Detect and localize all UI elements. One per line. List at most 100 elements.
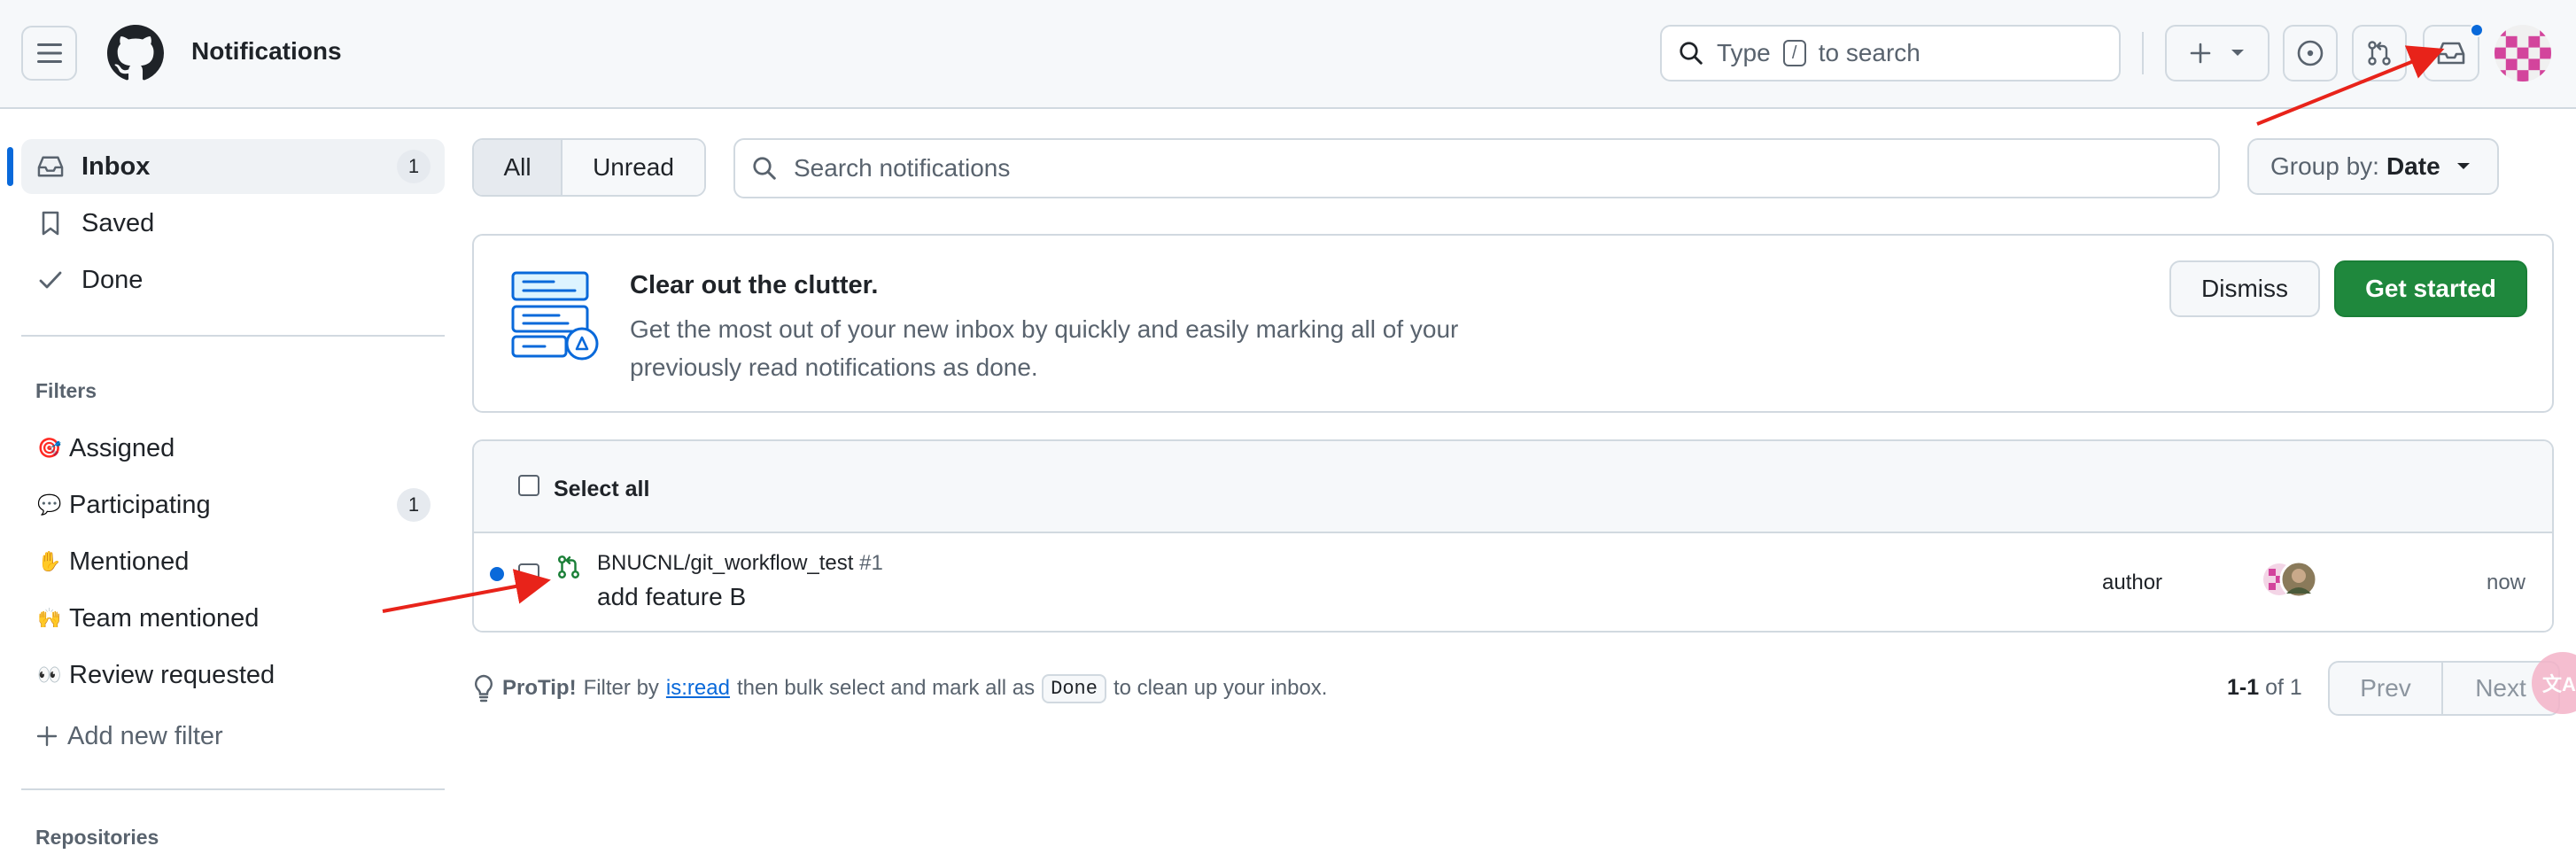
caret-down-icon xyxy=(2456,163,2470,169)
dart-emoji-icon: 🎯 xyxy=(37,437,62,459)
list-header: Select all xyxy=(474,441,2552,533)
issues-button[interactable] xyxy=(2283,25,2338,82)
light-bulb-icon xyxy=(475,674,493,703)
pagination-of: of xyxy=(2265,675,2284,700)
global-header: Notifications Type / to search xyxy=(0,0,2576,109)
active-item-indicator xyxy=(7,147,13,186)
read-state-toggle: All Unread xyxy=(472,138,706,197)
git-pull-request-icon xyxy=(2368,41,2391,66)
eyes-emoji-icon: 👀 xyxy=(37,664,62,686)
sidebar-item-done[interactable]: Done xyxy=(21,252,445,307)
row-checkbox[interactable] xyxy=(518,563,539,585)
banner-description: Get the most out of your new inbox by qu… xyxy=(630,315,1459,381)
participating-count-badge: 1 xyxy=(397,488,431,522)
pagination: Prev Next xyxy=(2328,661,2560,716)
pagination-range: 1-1 xyxy=(2227,675,2260,700)
check-icon xyxy=(35,265,66,295)
filter-mentioned[interactable]: ✋ Mentioned xyxy=(21,534,445,589)
issue-opened-icon xyxy=(2297,40,2324,66)
translate-icon: 文A xyxy=(2542,673,2576,695)
github-logo-icon[interactable] xyxy=(107,25,164,82)
filter-label: Participating xyxy=(69,490,211,519)
plus-icon xyxy=(35,721,58,751)
banner-title: Clear out the clutter. xyxy=(630,271,879,299)
notifications-search-input[interactable]: Search notifications xyxy=(733,138,2220,198)
filters-heading: Filters xyxy=(35,379,97,402)
pagination-total: 1 xyxy=(2289,675,2302,700)
user-avatar[interactable] xyxy=(2495,25,2551,82)
plus-icon xyxy=(2190,43,2211,64)
global-search-input[interactable]: Type / to search xyxy=(1660,25,2121,82)
notification-row[interactable]: BNUCNL/git_workflow_test #1 add feature … xyxy=(474,533,2552,631)
notification-reason: author xyxy=(2102,571,2163,594)
protip-text: then bulk select and mark all as xyxy=(736,676,1036,700)
pull-requests-button[interactable] xyxy=(2352,25,2407,82)
repo-name: BNUCNL/git_workflow_test xyxy=(597,551,854,575)
add-filter-label: Add new filter xyxy=(67,721,223,750)
pull-request-open-icon xyxy=(558,555,579,578)
inbox-icon xyxy=(35,151,66,182)
participant-avatars-icon xyxy=(2263,560,2318,599)
add-filter-button[interactable]: Add new filter xyxy=(21,709,445,764)
header-divider xyxy=(2142,32,2144,74)
select-all-checkbox[interactable] xyxy=(518,475,539,496)
tab-all[interactable]: All xyxy=(474,140,563,195)
search-icon xyxy=(753,157,776,180)
filter-label: Team mentioned xyxy=(69,603,260,633)
filter-label: Assigned xyxy=(69,433,175,462)
filter-review-requested[interactable]: 👀 Review requested xyxy=(21,648,445,703)
protip-text: Filter by xyxy=(583,676,659,700)
search-shortcut-key: / xyxy=(1782,40,1806,66)
raising-hands-emoji-icon: 🙌 xyxy=(37,607,62,629)
filter-label: Mentioned xyxy=(69,547,190,576)
notification-repo[interactable]: BNUCNL/git_workflow_test #1 xyxy=(597,551,883,576)
notification-title[interactable]: add feature B xyxy=(597,583,746,611)
search-prefix-text: Type xyxy=(1717,39,1771,66)
raised-hand-emoji-icon: ✋ xyxy=(37,550,62,572)
is-read-link[interactable]: is:read xyxy=(666,676,730,701)
protip-text: to clean up your inbox. xyxy=(1113,676,1328,700)
inbox-cleanup-illustration-icon xyxy=(511,271,599,361)
bookmark-icon xyxy=(35,208,66,238)
menu-button[interactable] xyxy=(21,26,77,81)
speech-bubble-emoji-icon: 💬 xyxy=(37,493,62,516)
sidebar-item-label: Saved xyxy=(81,208,155,237)
pr-number: #1 xyxy=(859,551,883,575)
sidebar-item-label: Inbox xyxy=(81,151,151,181)
sidebar-item-label: Done xyxy=(81,265,144,294)
filter-assigned[interactable]: 🎯 Assigned xyxy=(21,421,445,476)
notification-time: now xyxy=(2486,571,2526,594)
group-by-value: Date xyxy=(2386,152,2440,180)
sidebar-divider xyxy=(21,335,445,337)
repositories-heading: Repositories xyxy=(35,826,159,849)
inbox-count-badge: 1 xyxy=(397,150,431,183)
group-by-label: Group by: xyxy=(2270,152,2379,180)
group-by-dropdown[interactable]: Group by: Date xyxy=(2247,138,2499,195)
get-started-button[interactable]: Get started xyxy=(2334,260,2527,317)
sidebar-divider xyxy=(21,788,445,790)
search-icon xyxy=(1680,42,1703,65)
sidebar-item-inbox[interactable]: Inbox 1 xyxy=(21,139,445,194)
unread-indicator-dot xyxy=(2470,23,2484,37)
protip-label: ProTip! xyxy=(502,676,577,700)
dismiss-button[interactable]: Dismiss xyxy=(2169,260,2320,317)
notification-list: Select all BNUCNL/git_workflow_test #1 a… xyxy=(472,439,2554,633)
clutter-banner: Clear out the clutter. Get the most out … xyxy=(472,234,2554,413)
prev-page-button[interactable]: Prev xyxy=(2330,663,2443,714)
identicon-avatar-icon xyxy=(2495,25,2551,82)
inbox-icon xyxy=(2437,42,2465,65)
filter-team-mentioned[interactable]: 🙌 Team mentioned xyxy=(21,591,445,646)
page-title: Notifications xyxy=(191,37,342,65)
pagination-count: 1-1 of 1 xyxy=(2227,675,2302,701)
done-chip: Done xyxy=(1042,673,1106,703)
hamburger-icon xyxy=(36,43,62,63)
create-new-button[interactable] xyxy=(2165,25,2270,82)
filter-label: Review requested xyxy=(69,660,275,689)
caret-down-icon xyxy=(2231,50,2244,56)
search-suffix-text: to search xyxy=(1818,39,1920,66)
tab-unread[interactable]: Unread xyxy=(563,140,704,195)
protip: ProTip! Filter by is:read then bulk sele… xyxy=(472,673,1327,703)
sidebar-item-saved[interactable]: Saved xyxy=(21,196,445,251)
search-placeholder: Search notifications xyxy=(794,154,1011,182)
filter-participating[interactable]: 💬 Participating 1 xyxy=(21,477,445,532)
